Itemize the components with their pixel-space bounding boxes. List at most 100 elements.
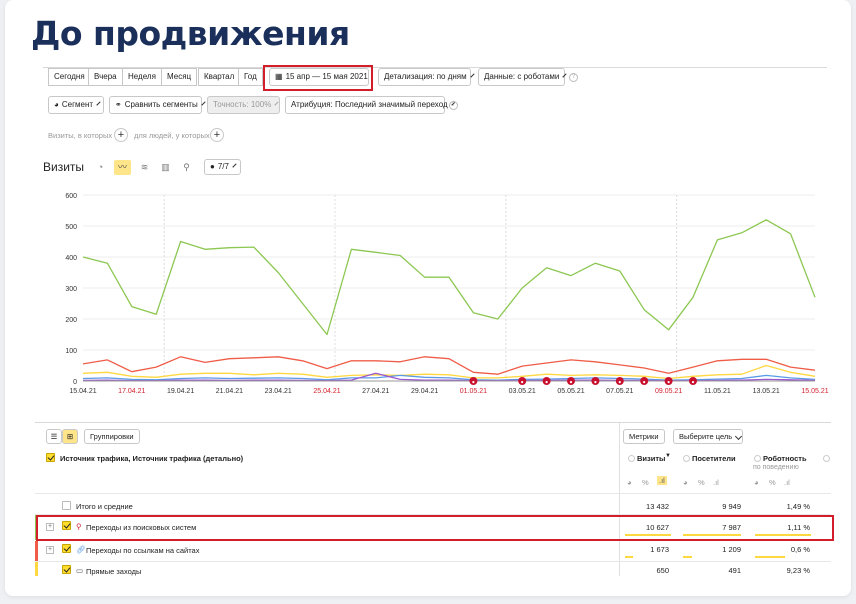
- bottom-fade: [5, 576, 851, 596]
- pie-mini-icon[interactable]: ◕: [754, 478, 759, 487]
- chart-title: Визиты: [43, 160, 85, 174]
- select-all-checkbox[interactable]: [46, 453, 55, 462]
- bars-icon[interactable]: .ıl: [657, 476, 667, 485]
- totals-label: Итого и средние: [76, 502, 133, 511]
- annotation-marker-label: ●: [594, 379, 597, 385]
- chevron-down-icon: [274, 101, 279, 106]
- period-quarter-button[interactable]: Квартал: [198, 68, 241, 86]
- x-tick-label: 23.04.21: [265, 388, 292, 395]
- sort-desc-icon[interactable]: ▼: [665, 453, 671, 459]
- chevron-down-icon: [232, 163, 237, 168]
- pie-chart-view-icon[interactable]: ◔: [92, 160, 109, 175]
- direct-visits: 650: [656, 566, 669, 575]
- links-visits: 1 673: [650, 545, 669, 554]
- col-robots-header[interactable]: Роботность: [763, 454, 807, 463]
- col-visitors-header[interactable]: Посетители: [692, 454, 736, 463]
- speech-bubble-icon: ●: [210, 162, 215, 171]
- bars-icon[interactable]: .ıl: [713, 478, 719, 487]
- row-checkbox[interactable]: [62, 565, 71, 574]
- dimension-header: Источник трафика, Источник трафика (дета…: [60, 454, 244, 463]
- x-tick-label: 15.04.21: [69, 388, 96, 395]
- list-view-icon[interactable]: ☰: [46, 429, 62, 444]
- x-tick-label: 09.05.21: [655, 388, 682, 395]
- annotation-marker-label: ●: [667, 379, 670, 385]
- bars-icon[interactable]: .ıl: [784, 478, 790, 487]
- metrics-button[interactable]: Метрики: [623, 429, 665, 444]
- x-tick-label: 11.05.21: [704, 388, 731, 395]
- detail-dropdown[interactable]: Детализация: по дням: [378, 68, 475, 86]
- data-label: Данные: с роботами: [484, 72, 560, 81]
- links-visitors: 1 209: [722, 545, 741, 554]
- attribution-dropdown[interactable]: Атрибуция: Последний значимый переход: [285, 96, 456, 114]
- row-checkbox[interactable]: [62, 544, 71, 553]
- sort-radio-visits[interactable]: [628, 455, 635, 462]
- series-toggle-label: 7/7: [217, 162, 229, 171]
- line-chart-view-icon[interactable]: 〰: [114, 160, 131, 175]
- period-month-button[interactable]: Месяц: [161, 68, 198, 86]
- percent-icon[interactable]: %: [769, 478, 776, 487]
- bar-chart-view-icon[interactable]: ▥: [157, 160, 174, 175]
- totals-checkbox[interactable]: [62, 501, 71, 510]
- series-toggle-button[interactable]: ● 7/7: [204, 159, 241, 175]
- add-visits-filter-button[interactable]: +: [114, 128, 128, 142]
- annotation-marker-label: ●: [472, 379, 475, 385]
- annotation-marker-label: ●: [569, 379, 572, 385]
- help-icon[interactable]: ?: [449, 101, 458, 110]
- percent-icon[interactable]: %: [642, 478, 649, 487]
- map-pin-view-icon[interactable]: ⚲: [178, 160, 195, 175]
- period-week-button[interactable]: Неделя: [122, 68, 162, 86]
- row-divider: [35, 561, 831, 562]
- totals-robots: 1,49 %: [786, 502, 810, 511]
- links-robots: 0,6 %: [790, 545, 810, 554]
- attribution-label: Атрибуция: Последний значимый переход: [291, 100, 448, 109]
- pie-mini-icon[interactable]: ◕: [627, 478, 632, 487]
- annotation-marker-label: ●: [545, 379, 548, 385]
- period-year-button[interactable]: Год: [238, 68, 263, 86]
- percent-icon[interactable]: %: [698, 478, 705, 487]
- chevron-down-icon: [735, 432, 743, 441]
- chevron-down-icon: [96, 101, 101, 106]
- col-visits-header[interactable]: Визиты: [637, 454, 665, 463]
- accuracy-dropdown[interactable]: Точность: 100%: [207, 96, 280, 114]
- sort-radio-robots[interactable]: [754, 455, 761, 462]
- segment-dropdown[interactable]: ◕ Сегмент: [48, 96, 104, 114]
- compare-segments-dropdown[interactable]: ⚭ Сравнить сегменты: [109, 96, 206, 114]
- annotation-marker-label: ●: [618, 379, 621, 385]
- annotation-marker-label: ●: [521, 379, 524, 385]
- people-filter-label: для людей, у которых: [134, 131, 210, 140]
- visits-line-chart: 0 100 200 300 400 500 600 ● ● ● ● ● ● ● ● ● 15.04.21 17.0…: [65, 193, 828, 395]
- groupings-button[interactable]: Группировки: [84, 429, 140, 444]
- segment-label: Сегмент: [61, 100, 94, 109]
- annotation-marker-label: ●: [643, 379, 646, 385]
- compare-label: Сравнить сегменты: [124, 100, 198, 109]
- area-chart-view-icon[interactable]: ≋: [136, 160, 153, 175]
- y-tick-label: 500: [65, 224, 77, 231]
- goal-dropdown[interactable]: Выберите цель: [673, 429, 743, 444]
- links-row-label[interactable]: Переходы по ссылкам на сайтах: [86, 546, 199, 555]
- share-bar: [755, 556, 785, 558]
- tree-view-icon[interactable]: ⊞: [62, 429, 78, 444]
- y-tick-label: 300: [65, 286, 77, 293]
- visits-filter-label: Визиты, в которых: [48, 131, 113, 140]
- add-people-filter-button[interactable]: +: [210, 128, 224, 142]
- sort-radio-next[interactable]: [823, 455, 830, 462]
- direct-row-label[interactable]: Прямые заходы: [86, 567, 141, 576]
- share-bar: [625, 556, 633, 558]
- sort-radio-visitors[interactable]: [683, 455, 690, 462]
- search-row-highlight: [36, 515, 834, 541]
- expand-row-icon[interactable]: +: [46, 546, 54, 554]
- series-line-yellow: [82, 364, 816, 380]
- period-today-button[interactable]: Сегодня: [48, 68, 91, 86]
- x-tick-label: 05.05.21: [557, 388, 584, 395]
- annotation-marker-label: ●: [691, 379, 694, 385]
- col-robots-subheader: по поведению: [753, 464, 799, 471]
- header-divider: [35, 493, 831, 494]
- slide-card: До продвижения Сегодня Вчера Неделя Меся…: [5, 0, 851, 596]
- data-dropdown[interactable]: Данные: с роботами: [478, 68, 567, 86]
- direct-robots: 9,23 %: [786, 566, 810, 575]
- series-line-green: [82, 219, 816, 336]
- compare-icon: ⚭: [115, 100, 122, 109]
- help-icon[interactable]: ?: [569, 73, 578, 82]
- period-yesterday-button[interactable]: Вчера: [88, 68, 123, 86]
- pie-mini-icon[interactable]: ◕: [683, 478, 688, 487]
